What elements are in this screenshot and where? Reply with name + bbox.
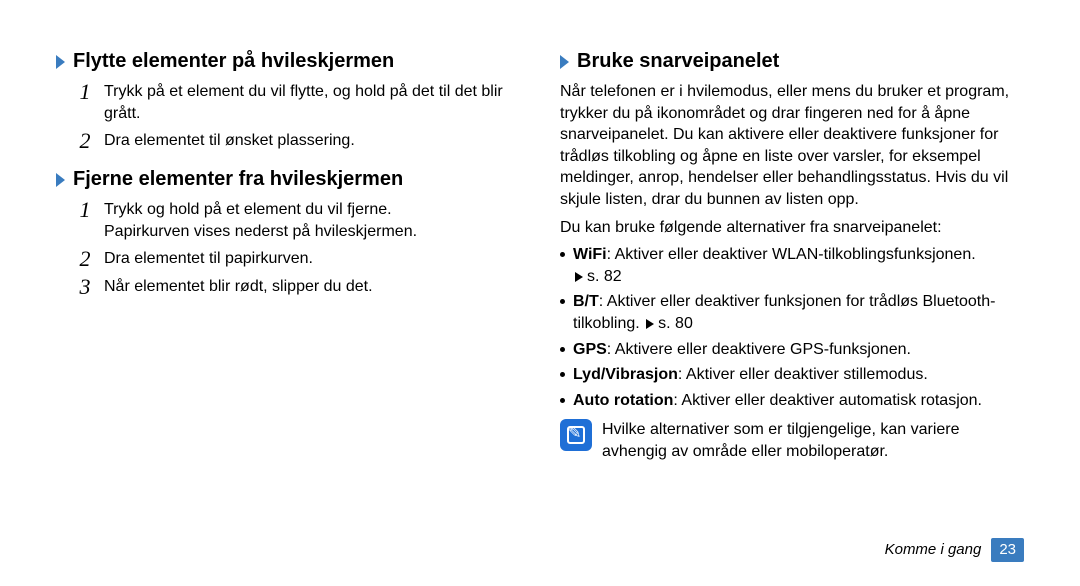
bullet-text: GPS: Aktivere eller deaktivere GPS-funks… — [573, 339, 911, 361]
bullet-text: WiFi: Aktiver eller deaktiver WLAN-tilko… — [573, 244, 976, 287]
bullet-bold: B/T — [573, 293, 599, 310]
intro-paragraph: Du kan bruke følgende alternativer fra s… — [560, 217, 1024, 239]
step: 2 Dra elementet til ønsket plassering. — [76, 130, 520, 152]
step-number: 3 — [76, 276, 94, 298]
step-main: Trykk og hold på et element du vil fjern… — [104, 201, 392, 218]
step-text: Trykk og hold på et element du vil fjern… — [104, 199, 417, 242]
heading-text: Fjerne elementer fra hvileskjermen — [73, 166, 403, 193]
bullet-body: : Aktiver eller deaktiver stillemodus. — [678, 366, 928, 383]
heading-text: Flytte elementer på hvileskjermen — [73, 48, 394, 75]
arrow-right-icon — [646, 319, 654, 329]
footer-label: Komme i gang — [885, 540, 982, 560]
section-heading-move: Flytte elementer på hvileskjermen — [56, 48, 520, 75]
bullet-bold: WiFi — [573, 246, 607, 263]
bullet-bold: GPS — [573, 341, 607, 358]
bullet-bold: Auto rotation — [573, 392, 673, 409]
bullet-text: Auto rotation: Aktiver eller deaktiver a… — [573, 390, 982, 412]
bullet-bold: Lyd/Vibrasjon — [573, 366, 678, 383]
step-text: Når elementet blir rødt, slipper du det. — [104, 276, 373, 298]
note-icon — [560, 419, 592, 451]
heading-text: Bruke snarveipanelet — [577, 48, 779, 75]
section-heading-remove: Fjerne elementer fra hvileskjermen — [56, 166, 520, 193]
bullet-body: : Aktiver eller deaktiver automatisk rot… — [673, 392, 982, 409]
note-text: Hvilke alternativer som er tilgjengelige… — [602, 419, 1024, 462]
bullet-gps: GPS: Aktivere eller deaktivere GPS-funks… — [560, 339, 1024, 361]
bullet-dot-icon — [560, 398, 565, 403]
step: 3 Når elementet blir rødt, slipper du de… — [76, 276, 520, 298]
step: 1 Trykk og hold på et element du vil fje… — [76, 199, 520, 242]
page-footer: Komme i gang 23 — [885, 538, 1024, 562]
bullet-wifi: WiFi: Aktiver eller deaktiver WLAN-tilko… — [560, 244, 1024, 287]
bullet-body: : Aktiver eller deaktiver funksjonen for… — [573, 293, 995, 332]
section-heading-shortcut: Bruke snarveipanelet — [560, 48, 1024, 75]
chevron-right-icon — [560, 55, 569, 69]
right-column: Bruke snarveipanelet Når telefonen er i … — [540, 40, 1024, 586]
document-page: Flytte elementer på hvileskjermen 1 Tryk… — [0, 0, 1080, 586]
step-text: Dra elementet til papirkurven. — [104, 248, 313, 270]
intro-paragraph: Når telefonen er i hvilemodus, eller men… — [560, 81, 1024, 211]
step-number: 2 — [76, 248, 94, 270]
bullet-bt: B/T: Aktiver eller deaktiver funksjonen … — [560, 291, 1024, 334]
step-number: 2 — [76, 130, 94, 152]
bullet-dot-icon — [560, 299, 565, 304]
page-number: 23 — [991, 538, 1024, 562]
arrow-right-icon — [575, 272, 583, 282]
bullet-body: : Aktivere eller deaktivere GPS-funksjon… — [607, 341, 911, 358]
bullet-dot-icon — [560, 252, 565, 257]
bullet-sound: Lyd/Vibrasjon: Aktiver eller deaktiver s… — [560, 364, 1024, 386]
bullet-text: B/T: Aktiver eller deaktiver funksjonen … — [573, 291, 1024, 334]
bullet-dot-icon — [560, 347, 565, 352]
step-number: 1 — [76, 199, 94, 221]
step: 1 Trykk på et element du vil flytte, og … — [76, 81, 520, 124]
step-text: Trykk på et element du vil flytte, og ho… — [104, 81, 520, 124]
bullet-autorotation: Auto rotation: Aktiver eller deaktiver a… — [560, 390, 1024, 412]
step-text: Dra elementet til ønsket plassering. — [104, 130, 355, 152]
bullet-body: : Aktiver eller deaktiver WLAN-tilkoblin… — [607, 246, 976, 263]
chevron-right-icon — [56, 55, 65, 69]
step: 2 Dra elementet til papirkurven. — [76, 248, 520, 270]
left-column: Flytte elementer på hvileskjermen 1 Tryk… — [56, 40, 540, 586]
note-block: Hvilke alternativer som er tilgjengelige… — [560, 419, 1024, 462]
chevron-right-icon — [56, 173, 65, 187]
step-number: 1 — [76, 81, 94, 103]
bullet-dot-icon — [560, 372, 565, 377]
page-ref: s. 80 — [658, 315, 693, 332]
bullet-text: Lyd/Vibrasjon: Aktiver eller deaktiver s… — [573, 364, 928, 386]
step-sub: Papirkurven vises nederst på hvileskjerm… — [104, 223, 417, 240]
page-ref: s. 82 — [587, 268, 622, 285]
